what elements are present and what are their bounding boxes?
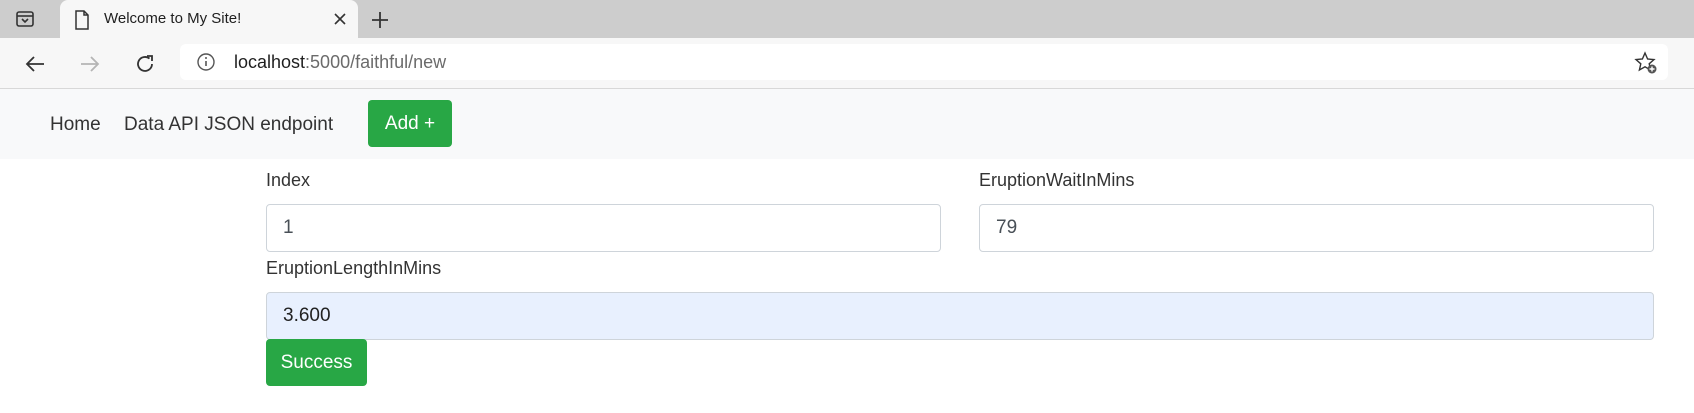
eruption-length-input[interactable]: 3.600 [266,292,1654,340]
eruption-wait-input[interactable]: 79 [979,204,1654,252]
url-path: :5000/faithful/new [305,52,447,72]
add-button[interactable]: Add + [368,100,452,147]
close-tab-icon[interactable] [330,9,350,29]
eruption-length-label: EruptionLengthInMins [266,258,442,278]
site-navbar: Home Data API JSON endpoint Add + [0,89,1694,159]
nav-api-link[interactable]: Data API JSON endpoint [124,114,333,136]
forward-icon[interactable] [76,50,104,78]
success-button[interactable]: Success [266,339,367,386]
refresh-icon[interactable] [131,50,159,78]
url-text: localhost:5000/faithful/new [234,52,446,73]
back-icon[interactable] [21,50,49,78]
browser-tab[interactable]: Welcome to My Site! [60,0,358,38]
index-label: Index [266,170,311,190]
info-icon[interactable] [196,52,216,72]
tab-title: Welcome to My Site! [104,10,242,27]
browser-tab-strip: Welcome to My Site! [0,0,1694,38]
page-icon [74,10,92,30]
tab-actions-icon[interactable] [14,8,36,30]
eruption-wait-label: EruptionWaitInMins [979,170,1135,190]
address-bar[interactable]: localhost:5000/faithful/new [180,44,1668,80]
nav-home-link[interactable]: Home [50,114,101,136]
add-favorite-icon[interactable] [1634,51,1658,75]
url-host: localhost [234,52,306,72]
index-input[interactable]: 1 [266,204,941,252]
new-tab-icon[interactable] [368,8,392,32]
browser-toolbar: localhost:5000/faithful/new [0,38,1694,89]
